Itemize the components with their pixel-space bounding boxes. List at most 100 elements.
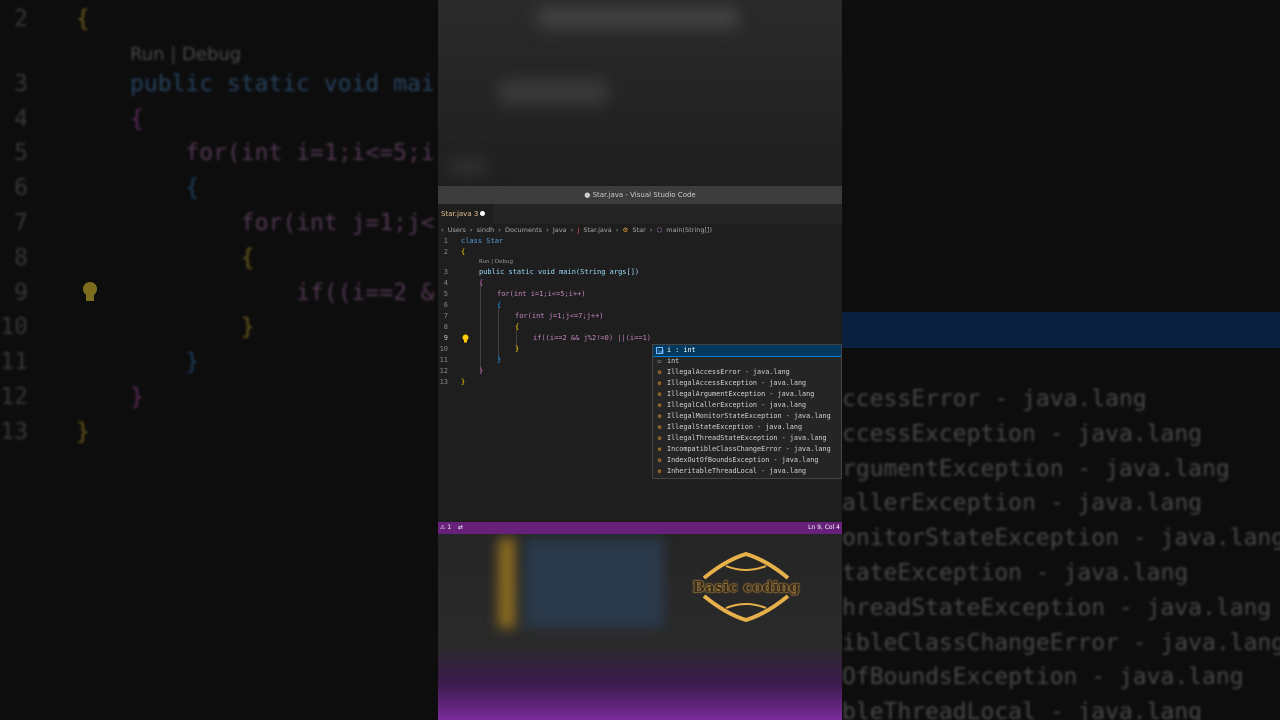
blurred-header-area [438,0,842,186]
logo-text: Basic coding [692,578,800,596]
suggestion-item[interactable]: ⚙ IllegalAccessException - java.lang [653,378,841,389]
suggestion-item[interactable]: ⚙ IllegalThreadStateException - java.lang [653,433,841,444]
breadcrumb-item[interactable]: main(String[]) [666,226,712,234]
line-number: 13 [439,378,448,386]
suggestion-item[interactable]: [@] i : int [653,345,841,357]
class-icon: ⚙ [657,369,662,376]
suggestion-item[interactable]: ⚙ IllegalCallerException - java.lang [653,400,841,411]
tab-star-java[interactable]: Star.java 3 [438,204,494,224]
suggestion-label: i : int [667,346,696,354]
class-icon: ⚙ [657,457,662,464]
background-zoom-left: 2{ Run | Debug 3 public static void mai 4… [0,0,438,720]
zoom-line-number: 6 [14,175,28,201]
line-number: 5 [443,290,448,298]
zoom-line-text: for(int i=1;i<=5;i [130,140,435,166]
line-text: } [497,356,502,364]
live-share-icon[interactable]: ⇄ [458,522,463,534]
chevron-right-icon: › [441,226,444,234]
suggestion-label: IllegalCallerException - java.lang [667,401,807,409]
zoom-suggestion: OfBoundsException - java.lang [842,664,1244,691]
suggestion-label: int [667,357,680,365]
lightbulb-icon[interactable] [462,334,469,343]
zoomed-suggestions-right: ccessError - java.lang ccessException - … [842,382,1280,720]
line-number: 9 [443,334,448,342]
line-number: 11 [439,356,448,364]
lightbulb-icon [83,282,97,301]
suggestion-item[interactable]: ⚙ IllegalAccessError - java.lang [653,367,841,378]
line-number: 6 [443,301,448,309]
suggestion-label: IllegalThreadStateException - java.lang [667,434,827,442]
zoom-line-text: { [76,6,90,32]
chevron-right-icon: › [649,226,653,234]
suggestion-item[interactable]: ▭ int [653,356,841,367]
zoom-line-text: { [130,175,200,201]
status-bar: ⚠ 1 ⇄ Ln 9, Col 4 [438,522,842,534]
zoom-suggestion: allerException - java.lang [842,490,1203,517]
breadcrumb-item[interactable]: Java [553,226,567,234]
line-number: 3 [443,268,448,276]
class-icon: ⚙ [657,424,662,431]
zoom-line-text: } [130,314,255,340]
zoom-line-number: 9 [14,280,28,306]
breadcrumb-item[interactable]: Users [448,226,466,234]
breadcrumb-item[interactable]: Star [632,226,645,234]
breadcrumb-item[interactable]: Star.java [583,226,611,234]
line-text: } [515,345,520,353]
java-file-icon: J [577,226,580,234]
line-number: 8 [443,323,448,331]
blurred-footer-area: Basic coding [438,534,842,720]
line-text: { [515,323,520,331]
zoom-line-number: 10 [0,314,28,340]
basic-coding-logo: Basic coding [686,552,806,622]
background-zoom-right: ccessError - java.lang ccessException - … [842,0,1280,720]
line-text: { [461,248,466,256]
tab-label: Star.java 3 [441,210,479,218]
zoom-line-number: 11 [0,349,28,375]
zoomed-code-left: 2{ Run | Debug 3 public static void mai 4… [0,0,438,720]
line-number: 1 [443,237,448,245]
suggestion-item[interactable]: ⚙ InheritableThreadLocal - java.lang [653,466,841,477]
suggestion-item[interactable]: ⚙ IllegalStateException - java.lang [653,422,841,433]
zoom-suggestion: tateException - java.lang [842,559,1189,586]
suggestion-item[interactable]: ⚙ IllegalMonitorStateException - java.lan… [653,411,841,422]
zoom-suggestion: bleThreadLocal - java.lang [842,699,1203,720]
breadcrumb: › Users › sindh › Documents › Java › J S… [438,224,842,236]
cursor-position[interactable]: Ln 9, Col 4 [808,522,840,534]
suggestion-item[interactable]: ⚙ IllegalArgumentException - java.lang [653,389,841,400]
zoom-line-number: 7 [14,210,28,236]
tab-bar: Star.java 3 [438,204,842,224]
class-icon: ⚙ [657,413,662,420]
keyword-icon: ▭ [657,358,662,365]
class-icon: ⚙ [657,446,662,453]
line-text: public static void main(String args[]) [479,268,640,276]
zoom-suggestion: onitorStateException - java.lang [842,525,1280,552]
class-icon: ⚙ [622,226,629,234]
zoom-suggestion: hreadStateException - java.lang [842,594,1272,621]
line-text: if((i==2 && j%2!=0) ||(i==1) [533,334,652,342]
zoom-line-text: } [130,349,200,375]
zoom-line-text: { [130,106,144,132]
zoom-line-number: 12 [0,384,28,410]
zoom-line-text: if((i==2 & [130,280,435,306]
line-text: class Star [461,237,504,245]
suggestion-item[interactable]: ⚙ IncompatibleClassChangeError - java.lan… [653,444,841,455]
zoom-line-text: for(int j=1;j< [130,210,435,236]
line-number: 12 [439,367,448,375]
zoom-suggestion: ccessException - java.lang [842,420,1203,447]
unsaved-dot-icon[interactable] [480,211,485,216]
suggestion-label: IllegalMonitorStateException - java.lang [667,412,831,420]
breadcrumb-item[interactable]: sindh [477,226,495,234]
zoom-line-number: 5 [14,140,28,166]
zoom-suggestion: ibleClassChangeError - java.lang [842,629,1280,656]
class-icon: ⚙ [657,468,662,475]
autocomplete-suggestions[interactable]: [@] i : int ▭ int ⚙ IllegalAccessError - ja… [652,344,842,479]
suggestion-label: IncompatibleClassChangeError - java.lang [667,445,831,453]
problems-indicator[interactable]: ⚠ 1 [440,522,451,534]
zoom-selection-strip [842,312,1280,348]
line-text: for(int j=1;j<=7;j++) [515,312,604,320]
suggestion-item[interactable]: ⚙ IndexOutOfBoundsException - java.lang [653,455,841,466]
codelens-run-debug[interactable]: Run | Debug [479,259,513,265]
zoom-line-number: 13 [0,419,28,445]
breadcrumb-item[interactable]: Documents [505,226,542,234]
chevron-right-icon: › [498,226,501,234]
